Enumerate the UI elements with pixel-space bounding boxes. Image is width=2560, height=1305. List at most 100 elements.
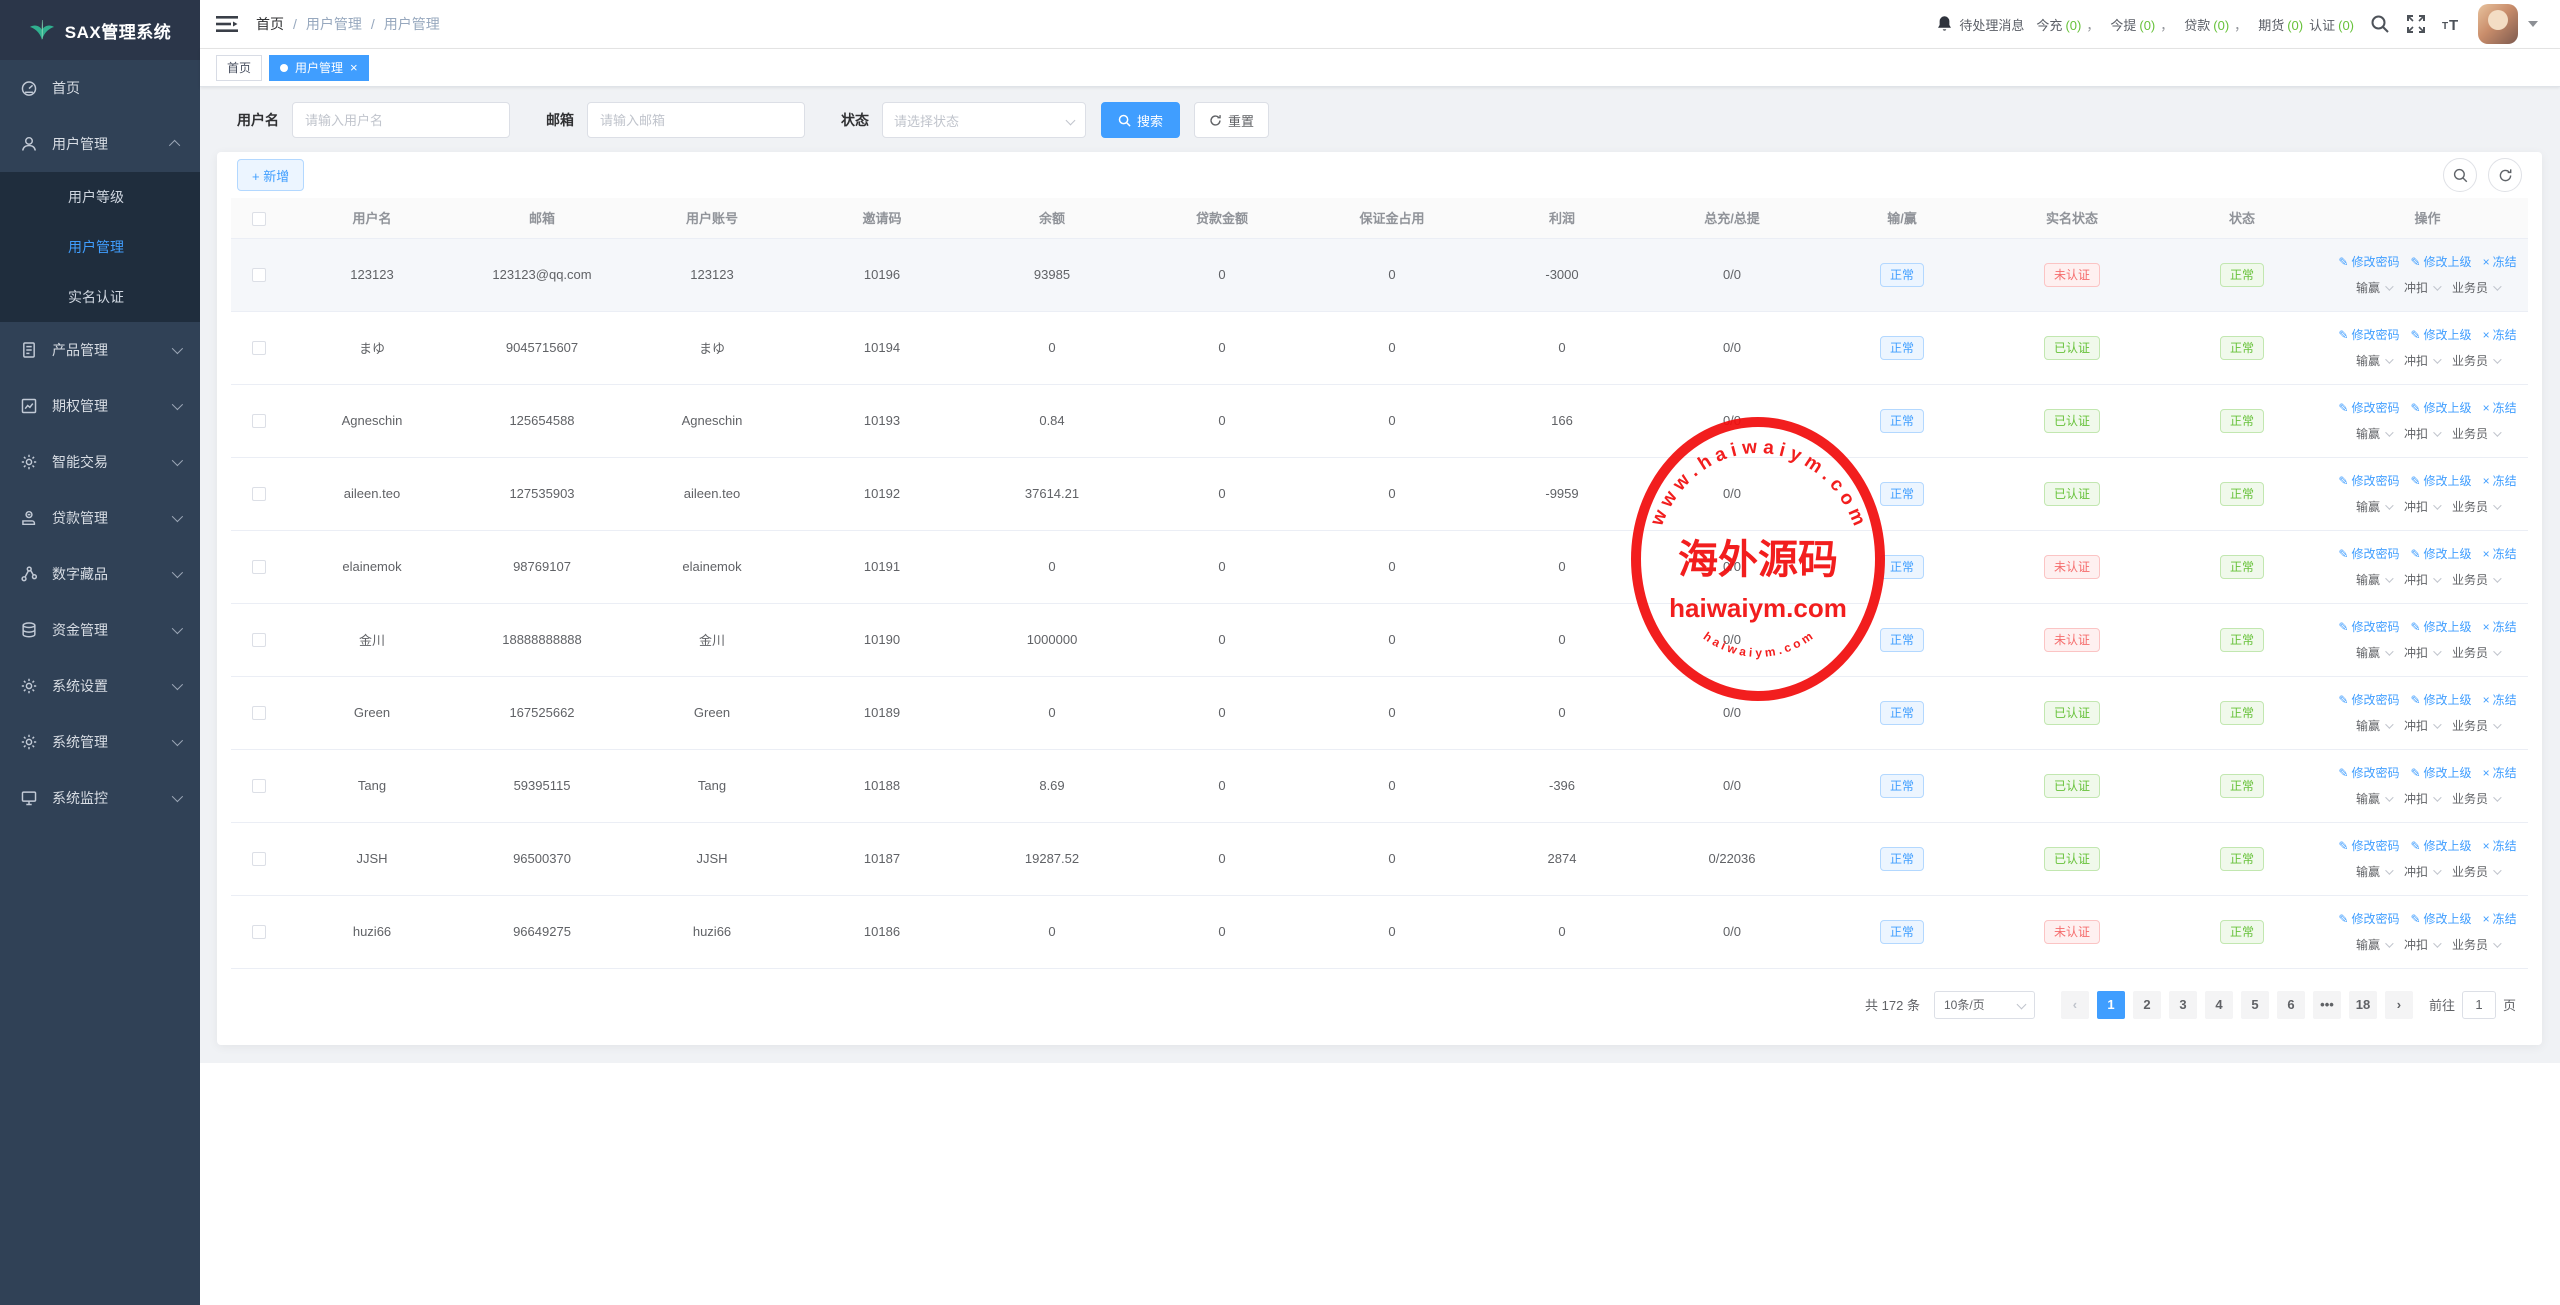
- bell-icon[interactable]: [1936, 15, 1953, 33]
- sidebar-subitem-用户管理[interactable]: 用户管理: [0, 222, 200, 272]
- row-checkbox[interactable]: [252, 414, 266, 428]
- row-checkbox[interactable]: [252, 852, 266, 866]
- action-修改密码[interactable]: ✎修改密码: [2338, 326, 2399, 343]
- close-icon[interactable]: ×: [350, 61, 358, 74]
- page-button-•••[interactable]: •••: [2313, 991, 2341, 1019]
- row-checkbox[interactable]: [252, 925, 266, 939]
- dropdown-业务员[interactable]: 业务员: [2452, 425, 2499, 442]
- sidebar-item-1[interactable]: 用户管理: [0, 116, 200, 172]
- action-冻结[interactable]: ×冻结: [2483, 837, 2517, 854]
- dropdown-输赢[interactable]: 输赢: [2356, 279, 2391, 296]
- sidebar-item-8[interactable]: 系统设置: [0, 658, 200, 714]
- dropdown-冲扣[interactable]: 冲扣: [2404, 936, 2439, 953]
- action-修改密码[interactable]: ✎修改密码: [2338, 764, 2399, 781]
- add-user-button[interactable]: + 新增: [237, 159, 304, 191]
- email-input[interactable]: [587, 102, 805, 138]
- dropdown-冲扣[interactable]: 冲扣: [2404, 717, 2439, 734]
- action-修改上级[interactable]: ✎修改上级: [2410, 545, 2471, 562]
- row-checkbox[interactable]: [252, 779, 266, 793]
- page-button-5[interactable]: 5: [2241, 991, 2269, 1019]
- sidebar-item-3[interactable]: 期权管理: [0, 378, 200, 434]
- page-button-2[interactable]: 2: [2133, 991, 2161, 1019]
- prev-page-button[interactable]: ‹: [2061, 991, 2089, 1019]
- dropdown-冲扣[interactable]: 冲扣: [2404, 644, 2439, 661]
- dropdown-冲扣[interactable]: 冲扣: [2404, 790, 2439, 807]
- action-修改上级[interactable]: ✎修改上级: [2410, 618, 2471, 635]
- action-修改密码[interactable]: ✎修改密码: [2338, 837, 2399, 854]
- action-修改上级[interactable]: ✎修改上级: [2410, 326, 2471, 343]
- breadcrumb-item-2[interactable]: 用户管理: [384, 14, 440, 34]
- dropdown-冲扣[interactable]: 冲扣: [2404, 352, 2439, 369]
- action-冻结[interactable]: ×冻结: [2483, 545, 2517, 562]
- dropdown-冲扣[interactable]: 冲扣: [2404, 863, 2439, 880]
- row-checkbox[interactable]: [252, 341, 266, 355]
- dropdown-输赢[interactable]: 输赢: [2356, 571, 2391, 588]
- action-修改上级[interactable]: ✎修改上级: [2410, 399, 2471, 416]
- tab-首页[interactable]: 首页: [216, 55, 262, 81]
- page-button-4[interactable]: 4: [2205, 991, 2233, 1019]
- sidebar-item-7[interactable]: 资金管理: [0, 602, 200, 658]
- status-select[interactable]: 请选择状态: [882, 102, 1086, 138]
- chevron-down-icon[interactable]: [2528, 21, 2538, 27]
- action-修改密码[interactable]: ✎修改密码: [2338, 691, 2399, 708]
- avatar[interactable]: [2478, 4, 2518, 44]
- dropdown-业务员[interactable]: 业务员: [2452, 644, 2499, 661]
- collapse-sidebar-icon[interactable]: [216, 15, 238, 33]
- action-冻结[interactable]: ×冻结: [2483, 472, 2517, 489]
- row-checkbox[interactable]: [252, 487, 266, 501]
- action-修改密码[interactable]: ✎修改密码: [2338, 618, 2399, 635]
- row-checkbox[interactable]: [252, 560, 266, 574]
- dropdown-业务员[interactable]: 业务员: [2452, 936, 2499, 953]
- action-修改密码[interactable]: ✎修改密码: [2338, 399, 2399, 416]
- dropdown-输赢[interactable]: 输赢: [2356, 425, 2391, 442]
- page-button-6[interactable]: 6: [2277, 991, 2305, 1019]
- reset-button[interactable]: 重置: [1194, 102, 1269, 138]
- sidebar-item-0[interactable]: 首页: [0, 60, 200, 116]
- tab-用户管理[interactable]: 用户管理×: [269, 55, 369, 81]
- dropdown-冲扣[interactable]: 冲扣: [2404, 571, 2439, 588]
- action-修改密码[interactable]: ✎修改密码: [2338, 253, 2399, 270]
- dropdown-输赢[interactable]: 输赢: [2356, 790, 2391, 807]
- dropdown-输赢[interactable]: 输赢: [2356, 863, 2391, 880]
- dropdown-冲扣[interactable]: 冲扣: [2404, 425, 2439, 442]
- row-checkbox[interactable]: [252, 268, 266, 282]
- action-修改上级[interactable]: ✎修改上级: [2410, 253, 2471, 270]
- dropdown-业务员[interactable]: 业务员: [2452, 571, 2499, 588]
- sidebar-item-4[interactable]: 智能交易: [0, 434, 200, 490]
- action-冻结[interactable]: ×冻结: [2483, 764, 2517, 781]
- action-冻结[interactable]: ×冻结: [2483, 399, 2517, 416]
- action-修改上级[interactable]: ✎修改上级: [2410, 837, 2471, 854]
- sidebar-item-5[interactable]: 贷款管理: [0, 490, 200, 546]
- action-修改上级[interactable]: ✎修改上级: [2410, 691, 2471, 708]
- action-修改上级[interactable]: ✎修改上级: [2410, 764, 2471, 781]
- dropdown-业务员[interactable]: 业务员: [2452, 352, 2499, 369]
- search-button[interactable]: 搜索: [1101, 102, 1180, 138]
- action-冻结[interactable]: ×冻结: [2483, 910, 2517, 927]
- page-button-3[interactable]: 3: [2169, 991, 2197, 1019]
- search-icon[interactable]: [2370, 14, 2390, 34]
- action-修改上级[interactable]: ✎修改上级: [2410, 472, 2471, 489]
- action-冻结[interactable]: ×冻结: [2483, 618, 2517, 635]
- font-size-icon[interactable]: T T: [2442, 14, 2462, 34]
- goto-page-input[interactable]: [2462, 991, 2496, 1019]
- page-size-select[interactable]: 10条/页: [1934, 991, 2035, 1019]
- table-refresh-button[interactable]: [2488, 158, 2522, 192]
- next-page-button[interactable]: ›: [2385, 991, 2413, 1019]
- sidebar-subitem-实名认证[interactable]: 实名认证: [0, 272, 200, 322]
- action-修改密码[interactable]: ✎修改密码: [2338, 472, 2399, 489]
- action-冻结[interactable]: ×冻结: [2483, 326, 2517, 343]
- page-button-1[interactable]: 1: [2097, 991, 2125, 1019]
- action-冻结[interactable]: ×冻结: [2483, 253, 2517, 270]
- table-search-button[interactable]: [2443, 158, 2477, 192]
- dropdown-业务员[interactable]: 业务员: [2452, 863, 2499, 880]
- dropdown-输赢[interactable]: 输赢: [2356, 498, 2391, 515]
- action-修改密码[interactable]: ✎修改密码: [2338, 545, 2399, 562]
- dropdown-冲扣[interactable]: 冲扣: [2404, 279, 2439, 296]
- sidebar-item-2[interactable]: 产品管理: [0, 322, 200, 378]
- dropdown-输赢[interactable]: 输赢: [2356, 717, 2391, 734]
- action-修改上级[interactable]: ✎修改上级: [2410, 910, 2471, 927]
- sidebar-item-10[interactable]: 系统监控: [0, 770, 200, 826]
- dropdown-输赢[interactable]: 输赢: [2356, 352, 2391, 369]
- action-修改密码[interactable]: ✎修改密码: [2338, 910, 2399, 927]
- fullscreen-icon[interactable]: [2406, 14, 2426, 34]
